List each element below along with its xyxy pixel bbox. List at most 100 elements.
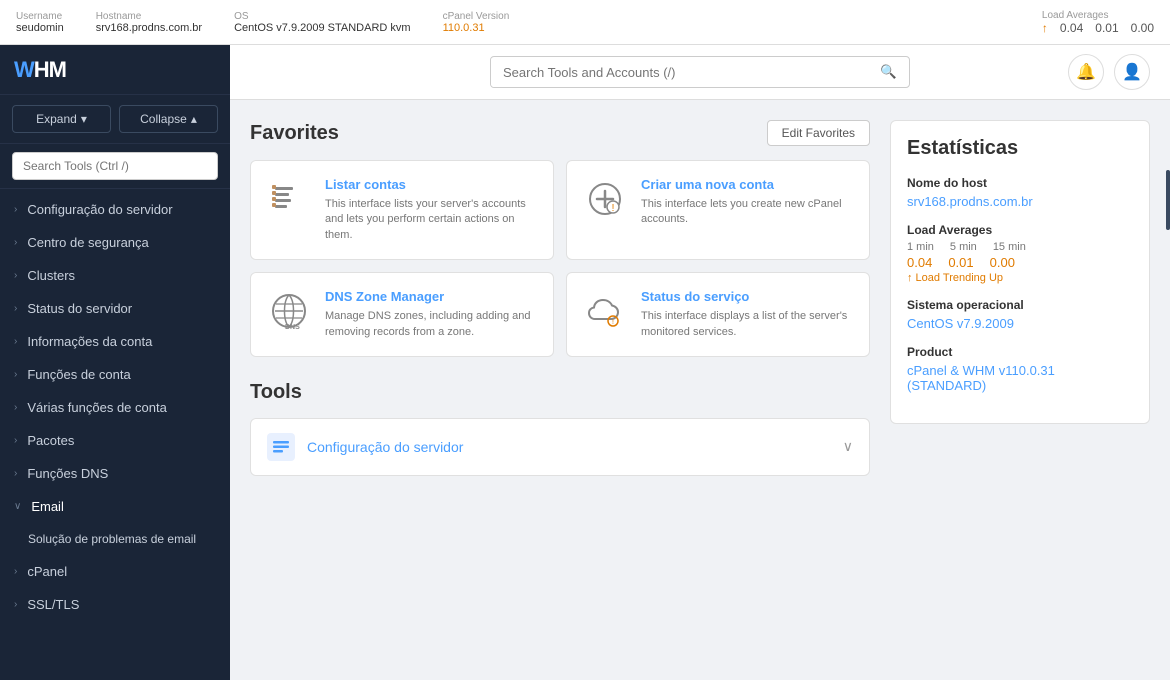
- nav-item-pacotes[interactable]: › Pacotes: [0, 424, 230, 457]
- fav-title: Status do serviço: [641, 289, 853, 304]
- nav-item-label: Informações da conta: [27, 334, 152, 349]
- user-button[interactable]: 👤: [1114, 54, 1150, 90]
- nav-item-email[interactable]: ∨ Email: [0, 490, 230, 523]
- chevron-icon: ›: [14, 435, 17, 446]
- chevron-icon: ›: [14, 303, 17, 314]
- svg-text:!: !: [612, 203, 615, 214]
- expand-icon: ▾: [81, 112, 87, 126]
- chevron-icon: ›: [14, 204, 17, 215]
- fav-desc: This interface displays a list of the se…: [641, 309, 853, 340]
- search-input[interactable]: [491, 58, 868, 87]
- nav-item-ssl[interactable]: › SSL/TLS: [0, 588, 230, 621]
- fav-info: Listar contas This interface lists your …: [325, 177, 537, 243]
- nav-item-label: Funções DNS: [27, 466, 108, 481]
- plus-circle-icon: !: [583, 177, 627, 221]
- stat-product-label: Product: [907, 345, 1133, 359]
- dns-icon: DNS: [267, 289, 311, 333]
- cloud-icon: !: [583, 289, 627, 333]
- nav-item-label: Várias funções de conta: [27, 400, 166, 415]
- nav-item-label: Email: [31, 499, 64, 514]
- favorites-grid: Listar contas This interface lists your …: [250, 160, 870, 357]
- chevron-icon: ›: [14, 566, 17, 577]
- topbar-cpanel: cPanel Version 110.0.31: [443, 11, 510, 34]
- search-bar: 🔍: [490, 56, 910, 88]
- whm-logo: WHM: [14, 57, 66, 83]
- nav-item-funcoes-dns[interactable]: › Funções DNS: [0, 457, 230, 490]
- tools-section: Tools Conf: [250, 381, 870, 476]
- fav-card-dns[interactable]: DNS DNS Zone Manager Manage DNS zones, i…: [250, 272, 554, 357]
- load-trending: ↑ Load Trending Up: [907, 272, 1133, 284]
- load-arrow: ↑: [1042, 21, 1048, 35]
- nav-item-label: Solução de problemas de email: [28, 532, 196, 546]
- nav-item-clusters[interactable]: › Clusters: [0, 259, 230, 292]
- stat-product: Product cPanel & WHM v110.0.31 (STANDARD…: [907, 345, 1133, 393]
- content-header: 🔍 🔔 👤: [230, 45, 1170, 100]
- hostname-value: srv168.prodns.com.br: [96, 22, 202, 34]
- cpanel-value: 110.0.31: [443, 22, 485, 34]
- fav-desc: This interface lets you create new cPane…: [641, 197, 853, 228]
- notifications-button[interactable]: 🔔: [1068, 54, 1104, 90]
- stat-os-value: CentOS v7.9.2009: [907, 316, 1133, 331]
- topbar-username: Username seudomin: [16, 11, 64, 34]
- username-value: seudomin: [16, 22, 64, 34]
- expand-button[interactable]: Expand ▾: [12, 105, 111, 133]
- fav-info: Status do serviço This interface display…: [641, 289, 853, 340]
- load-5min-value: 0.01: [948, 255, 973, 270]
- svg-text:DNS: DNS: [285, 324, 300, 331]
- stat-hostname-label: Nome do host: [907, 176, 1133, 190]
- nav-item-label: SSL/TLS: [27, 597, 79, 612]
- search-button[interactable]: 🔍: [868, 57, 909, 87]
- username-label: Username: [16, 11, 64, 22]
- stats-title: Estatísticas: [907, 137, 1133, 160]
- nav-item-label: Pacotes: [27, 433, 74, 448]
- chevron-icon: ›: [14, 270, 17, 281]
- fav-card-listar-contas[interactable]: Listar contas This interface lists your …: [250, 160, 554, 260]
- fav-card-criar-conta[interactable]: ! Criar uma nova conta This interface le…: [566, 160, 870, 260]
- main-content: 🔍 🔔 👤 Favorites Edit: [230, 45, 1170, 680]
- collapse-button[interactable]: Collapse ▴: [119, 105, 218, 133]
- header-icons: 🔔 👤: [1068, 54, 1150, 90]
- stat-product-value: cPanel & WHM v110.0.31 (STANDARD): [907, 363, 1133, 393]
- nav-item-centro-seguranca[interactable]: › Centro de segurança: [0, 226, 230, 259]
- collapse-icon: ▴: [191, 112, 197, 126]
- nav-item-email-sub[interactable]: Solução de problemas de email: [0, 523, 230, 555]
- nav-item-funcoes-conta[interactable]: › Funções de conta: [0, 358, 230, 391]
- fav-desc: Manage DNS zones, including adding and r…: [325, 309, 537, 340]
- fav-title: DNS Zone Manager: [325, 289, 537, 304]
- nav-item-label: Configuração do servidor: [27, 202, 172, 217]
- accordion-icon: [267, 433, 295, 461]
- load-1min-value: 0.04: [907, 255, 932, 270]
- nav-item-cpanel[interactable]: › cPanel: [0, 555, 230, 588]
- fav-title: Listar contas: [325, 177, 537, 192]
- load-col-values: 0.04 0.01 0.00: [907, 255, 1133, 270]
- fav-desc: This interface lists your server's accou…: [325, 197, 537, 243]
- stats-panel: Estatísticas Nome do host srv168.prodns.…: [890, 120, 1150, 424]
- accordion-header-configuracao[interactable]: Configuração do servidor ∨: [251, 419, 869, 475]
- fav-card-status-servico[interactable]: ! Status do serviço This interface displ…: [566, 272, 870, 357]
- tools-accordion: Configuração do servidor ∨: [250, 418, 870, 476]
- nav-item-varias-funcoes[interactable]: › Várias funções de conta: [0, 391, 230, 424]
- nav-item-configuracao[interactable]: › Configuração do servidor: [0, 193, 230, 226]
- nav-item-status-servidor[interactable]: › Status do servidor: [0, 292, 230, 325]
- topbar-os: OS CentOS v7.9.2009 STANDARD kvm: [234, 11, 410, 34]
- nav-item-label: cPanel: [27, 564, 67, 579]
- chevron-icon: ›: [14, 369, 17, 380]
- topbar-right: Load Averages ↑ 0.04 0.01 0.00: [1042, 10, 1154, 35]
- nav-item-label: Centro de segurança: [27, 235, 148, 250]
- nav-item-informacoes[interactable]: › Informações da conta: [0, 325, 230, 358]
- load-15min: 0.00: [1131, 21, 1154, 35]
- cpanel-label: cPanel Version: [443, 11, 510, 22]
- nav-item-label: Status do servidor: [27, 301, 132, 316]
- content-body: Favorites Edit Favorites: [230, 100, 1170, 496]
- tools-title: Tools: [250, 381, 870, 404]
- topbar-hostname: Hostname srv168.prodns.com.br: [96, 11, 202, 34]
- edit-favorites-button[interactable]: Edit Favorites: [767, 120, 870, 146]
- accordion-left: Configuração do servidor: [267, 433, 463, 461]
- user-icon: 👤: [1122, 62, 1142, 82]
- stat-os-label: Sistema operacional: [907, 298, 1133, 312]
- accordion-chevron-icon: ∨: [843, 438, 853, 455]
- sidebar-logo: WHM: [0, 45, 230, 95]
- load-15min-label: 15 min: [993, 241, 1026, 253]
- sidebar-search-input[interactable]: [12, 152, 218, 180]
- load-averages: Load Averages ↑ 0.04 0.01 0.00: [1042, 10, 1154, 35]
